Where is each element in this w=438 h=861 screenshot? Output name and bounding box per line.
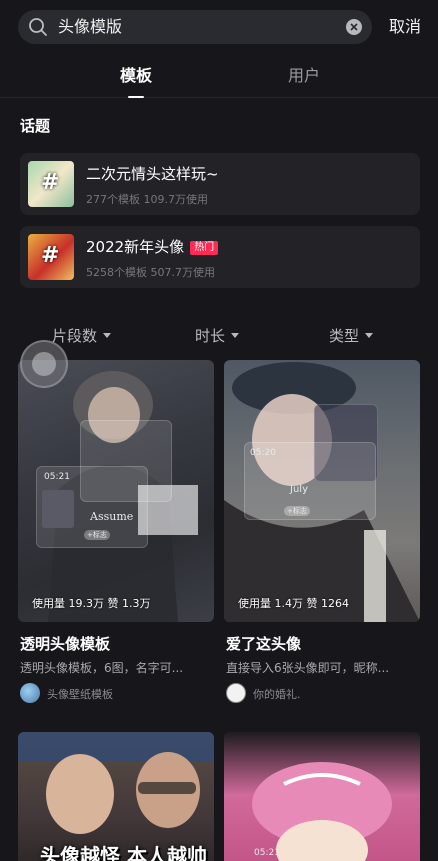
template-description: 透明头像模板，6图，名字可... (20, 661, 184, 675)
topic-card[interactable]: # 2022新年头像 热门 5258个模板 507.7万使用 (20, 226, 420, 288)
template-card-thumbnail[interactable]: 头像越怪 本人越帅 (18, 732, 214, 861)
topic-thumbnail: # (28, 161, 74, 207)
overlay-tag: +标志 (284, 506, 310, 516)
filter-label: 类型 (329, 327, 360, 345)
overlay-tag: +标志 (84, 530, 110, 540)
filter-label: 片段数 (52, 327, 98, 345)
overlay-song: July (290, 484, 308, 495)
floating-assistive-button[interactable] (20, 340, 68, 388)
hashtag-icon: # (41, 170, 60, 195)
cartoon-girl-image (252, 762, 392, 861)
template-title[interactable]: 爱了这头像 (226, 633, 301, 654)
caret-down-icon (231, 333, 240, 338)
result-tabs: 模板 用户 (0, 56, 438, 98)
cancel-button[interactable]: 取消 (389, 17, 421, 37)
template-card-thumbnail[interactable]: 05:20 July +标志 使用量 1.4万 赞 1264 (224, 360, 420, 622)
usage-stats: 使用量 19.3万 赞 1.3万 (32, 597, 151, 610)
author-avatar[interactable] (20, 683, 40, 703)
overlay-time: 05:21 (44, 472, 70, 482)
overlay-song: Assume (90, 510, 134, 523)
search-icon (28, 17, 48, 37)
topic-meta: 277个模板 109.7万使用 (86, 193, 208, 206)
topic-name: 2022新年头像 热门 (86, 238, 219, 256)
filter-bar: 片段数 时长 类型 (0, 320, 438, 350)
template-card-thumbnail[interactable]: 05:21 (224, 732, 420, 861)
hot-badge: 热门 (190, 241, 219, 255)
active-tab-indicator (128, 96, 144, 98)
topic-card[interactable]: # 二次元情头这样玩~ 277个模板 109.7万使用 (20, 153, 420, 215)
overlay-thumbnail (42, 490, 74, 528)
caption-text: 头像越怪 本人越帅 (40, 844, 207, 861)
template-description: 直接导入6张头像即可，昵称... (226, 661, 390, 675)
search-bar: 头像模版 取消 (0, 0, 438, 56)
usage-stats: 使用量 1.4万 赞 1264 (238, 597, 349, 610)
hashtag-icon: # (41, 243, 60, 268)
author-avatar[interactable] (226, 683, 246, 703)
search-query[interactable]: 头像模版 (58, 17, 122, 37)
search-input[interactable]: 头像模版 (18, 10, 372, 44)
topics-section-title: 话题 (20, 117, 51, 135)
overlay-time: 05:21 (254, 848, 280, 858)
topic-meta: 5258个模板 507.7万使用 (86, 266, 215, 279)
topic-name-text: 2022新年头像 (86, 238, 185, 256)
topic-name: 二次元情头这样玩~ (86, 165, 219, 183)
template-title[interactable]: 透明头像模板 (20, 633, 110, 654)
filter-label: 时长 (195, 327, 226, 345)
author-name[interactable]: 你的婚礼. (253, 686, 301, 702)
tab-templates[interactable]: 模板 (120, 66, 152, 86)
tab-users[interactable]: 用户 (288, 66, 320, 86)
template-card-thumbnail[interactable]: 05:21 Assume +标志 使用量 19.3万 赞 1.3万 (18, 360, 214, 622)
caret-down-icon (103, 333, 112, 338)
caret-down-icon (365, 333, 374, 338)
filter-segments[interactable]: 片段数 (52, 325, 112, 346)
filter-duration[interactable]: 时长 (195, 325, 240, 346)
filter-type[interactable]: 类型 (329, 325, 374, 346)
author-name[interactable]: 头像壁纸模板 (47, 686, 113, 702)
clear-icon[interactable] (346, 19, 362, 35)
topic-thumbnail: # (28, 234, 74, 280)
overlay-time: 05:20 (250, 448, 276, 458)
